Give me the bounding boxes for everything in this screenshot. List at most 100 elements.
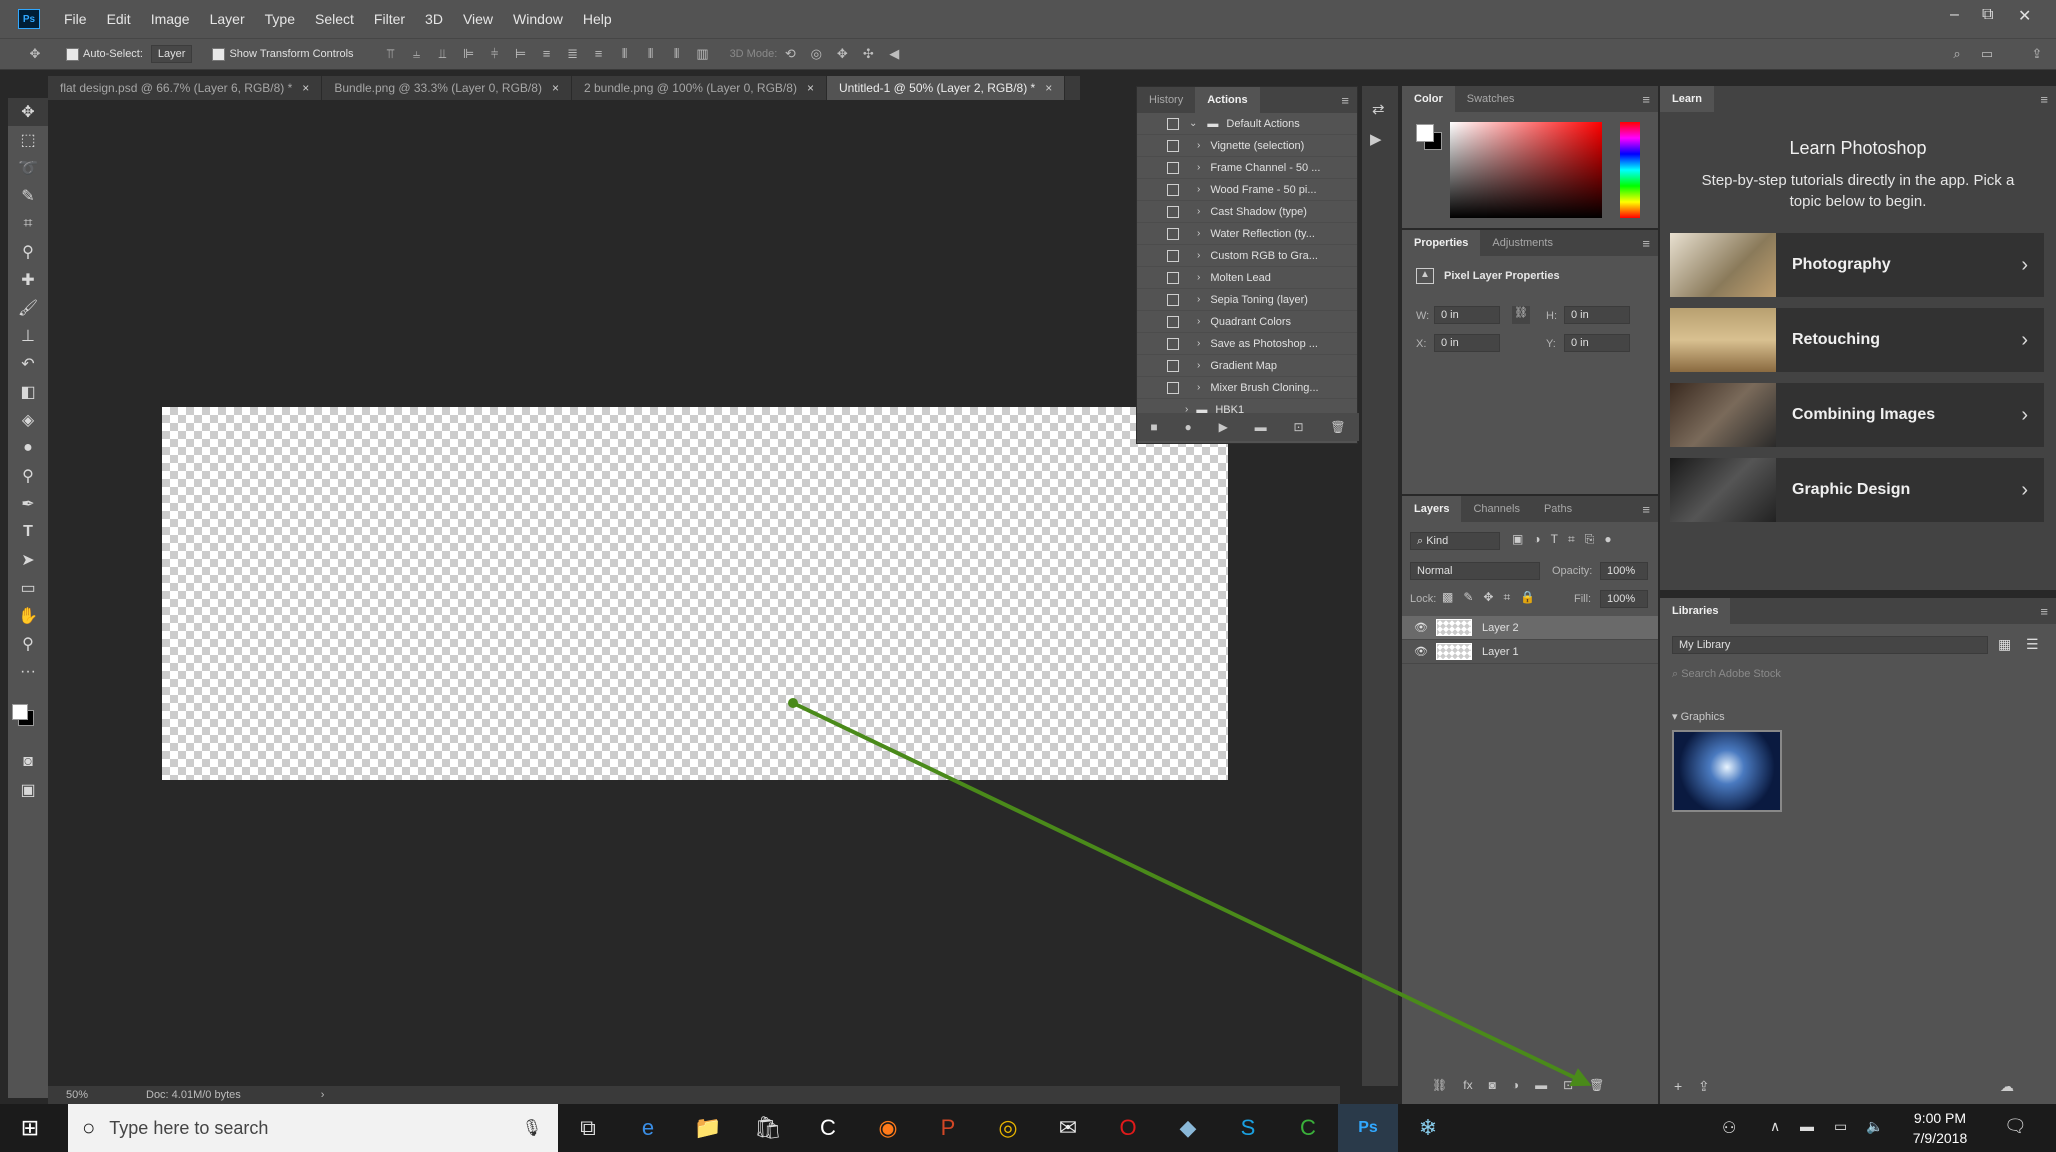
3d-rotate-icon[interactable]: ⟲ — [783, 47, 797, 61]
tab-channels[interactable]: Channels — [1461, 496, 1531, 522]
healing-brush-tool-icon[interactable]: ✚ — [8, 266, 48, 294]
menu-filter[interactable]: Filter — [364, 11, 415, 27]
fill-field[interactable]: 100% — [1600, 590, 1648, 608]
dialog-toggle-icon[interactable] — [1167, 359, 1179, 372]
history-panel-icon[interactable]: ⇄ — [1372, 100, 1385, 118]
minimize-button[interactable]: – — [1950, 6, 1959, 24]
action-row[interactable]: › Gradient Map — [1137, 355, 1357, 377]
search-icon[interactable]: ⌕ — [1950, 47, 1964, 61]
eye-icon[interactable]: 👁 — [1414, 621, 1428, 634]
chevron-right-icon[interactable]: › — [1197, 250, 1200, 261]
dialog-toggle-icon[interactable] — [1167, 271, 1179, 284]
action-row[interactable]: › Molten Lead — [1137, 267, 1357, 289]
move-tool-icon[interactable]: ✥ — [8, 98, 48, 126]
task-view-icon[interactable]: ⧉ — [558, 1104, 618, 1152]
height-field[interactable]: 0 in — [1564, 306, 1630, 324]
grid-view-icon[interactable]: ▦ — [1998, 636, 2011, 653]
volume-icon[interactable]: 🔈 — [1866, 1118, 1883, 1135]
3d-roll-icon[interactable]: ◎ — [809, 47, 823, 61]
play-icon[interactable]: ▶ — [1219, 420, 1228, 434]
more-tools-icon[interactable]: ··· — [8, 658, 48, 686]
distribute-top-icon[interactable]: ≡ — [540, 47, 554, 61]
type-filter-icon[interactable]: T — [1551, 532, 1558, 547]
taskbar-search-box[interactable]: ○ Type here to search 🎙 — [68, 1104, 558, 1152]
3d-slide-icon[interactable]: ✣ — [861, 47, 875, 61]
microphone-icon[interactable]: 🎙 — [522, 1118, 542, 1138]
menu-view[interactable]: View — [453, 11, 503, 27]
quick-mask-icon[interactable]: ◙ — [8, 748, 48, 776]
library-dropdown[interactable]: My Library — [1672, 636, 1988, 654]
menu-edit[interactable]: Edit — [97, 11, 141, 27]
tab-2-bundle[interactable]: 2 bundle.png @ 100% (Layer 0, RGB/8) × — [572, 76, 827, 100]
action-row[interactable]: › Water Reflection (ty... — [1137, 223, 1357, 245]
close-tab-icon[interactable]: × — [302, 81, 309, 95]
eyedropper-tool-icon[interactable]: ⚲ — [8, 238, 48, 266]
tab-paths[interactable]: Paths — [1532, 496, 1584, 522]
smart-filter-icon[interactable]: ⎘ — [1585, 532, 1595, 547]
menu-window[interactable]: Window — [503, 11, 573, 27]
action-row[interactable]: › Save as Photoshop ... — [1137, 333, 1357, 355]
firefox-icon[interactable]: ◉ — [858, 1104, 918, 1152]
menu-select[interactable]: Select — [305, 11, 364, 27]
chevron-right-icon[interactable]: › — [1197, 162, 1200, 173]
distribute-right-icon[interactable]: ⦀ — [670, 47, 684, 61]
dialog-toggle-icon[interactable] — [1167, 205, 1179, 218]
action-row[interactable]: › Mixer Brush Cloning... — [1137, 377, 1357, 399]
lock-all-icon[interactable]: 🔒 — [1520, 590, 1535, 605]
3d-scale-icon[interactable]: ◀ — [887, 47, 901, 61]
learn-card-retouching[interactable]: Retouching › — [1670, 308, 2044, 372]
chevron-right-icon[interactable]: › — [1197, 140, 1200, 151]
action-row[interactable]: › Cast Shadow (type) — [1137, 201, 1357, 223]
screen-mode-icon[interactable]: ▣ — [8, 776, 48, 804]
new-set-icon[interactable]: ▬ — [1255, 420, 1267, 434]
paint-bucket-tool-icon[interactable]: ◈ — [8, 406, 48, 434]
learn-card-graphic-design[interactable]: Graphic Design › — [1670, 458, 2044, 522]
chevron-right-icon[interactable]: › — [1197, 272, 1200, 283]
network-icon[interactable]: ▭ — [1834, 1118, 1847, 1135]
notifications-icon[interactable]: 🗨 — [2004, 1116, 2027, 1137]
settings-app-icon[interactable]: ❄ — [1398, 1104, 1458, 1152]
share-icon[interactable]: ⇪ — [2030, 47, 2044, 61]
restore-button[interactable]: ⧉ — [1982, 6, 1993, 24]
auto-select-dropdown[interactable]: Layer — [150, 45, 193, 63]
dodge-tool-icon[interactable]: ⚲ — [8, 462, 48, 490]
dialog-toggle-icon[interactable] — [1167, 161, 1179, 174]
foreground-color-swatch[interactable] — [12, 704, 28, 720]
lock-artboard-icon[interactable]: ⌗ — [1503, 590, 1510, 605]
action-row[interactable]: › Quadrant Colors — [1137, 311, 1357, 333]
hand-tool-icon[interactable]: ✋ — [8, 602, 48, 630]
document-canvas[interactable] — [162, 407, 1228, 780]
dialog-toggle-icon[interactable] — [1167, 117, 1179, 130]
app-icon[interactable]: ◆ — [1158, 1104, 1218, 1152]
tab-color[interactable]: Color — [1402, 86, 1455, 112]
panel-menu-icon[interactable]: ≡ — [1341, 93, 1349, 108]
align-top-icon[interactable]: ⫪ — [384, 47, 398, 61]
adjustment-filter-icon[interactable]: ◑ — [1533, 532, 1540, 547]
align-right-icon[interactable]: ⊨ — [514, 47, 528, 61]
status-arrow-icon[interactable]: › — [321, 1089, 325, 1101]
action-row[interactable]: › Wood Frame - 50 pi... — [1137, 179, 1357, 201]
pixel-filter-icon[interactable]: ▣ — [1512, 532, 1523, 547]
align-left-icon[interactable]: ⊫ — [462, 47, 476, 61]
library-search[interactable]: ⌕ Search Adobe Stock — [1672, 664, 2046, 684]
tab-actions[interactable]: Actions — [1195, 87, 1260, 113]
3d-pan-icon[interactable]: ✥ — [835, 47, 849, 61]
dialog-toggle-icon[interactable] — [1167, 381, 1179, 394]
menu-help[interactable]: Help — [573, 11, 622, 27]
eraser-tool-icon[interactable]: ◧ — [8, 378, 48, 406]
quick-select-tool-icon[interactable]: ✎ — [8, 182, 48, 210]
menu-3d[interactable]: 3D — [415, 11, 453, 27]
lock-position-icon[interactable]: ✥ — [1483, 590, 1493, 605]
width-field[interactable]: 0 in — [1434, 306, 1500, 324]
close-button[interactable]: ✕ — [2018, 6, 2031, 26]
link-icon[interactable]: ⛓ — [1512, 306, 1530, 324]
tab-swatches[interactable]: Swatches — [1455, 86, 1527, 112]
blend-mode-dropdown[interactable]: Normal — [1410, 562, 1540, 580]
distribute-vcenter-icon[interactable]: ≣ — [566, 47, 580, 61]
move-tool-icon[interactable]: ✥ — [28, 47, 42, 61]
chevron-right-icon[interactable]: › — [1197, 316, 1200, 327]
tab-properties[interactable]: Properties — [1402, 230, 1481, 256]
chevron-right-icon[interactable]: › — [1197, 360, 1200, 371]
path-select-tool-icon[interactable]: ➤ — [8, 546, 48, 574]
people-icon[interactable]: ⚇ — [1722, 1118, 1736, 1138]
